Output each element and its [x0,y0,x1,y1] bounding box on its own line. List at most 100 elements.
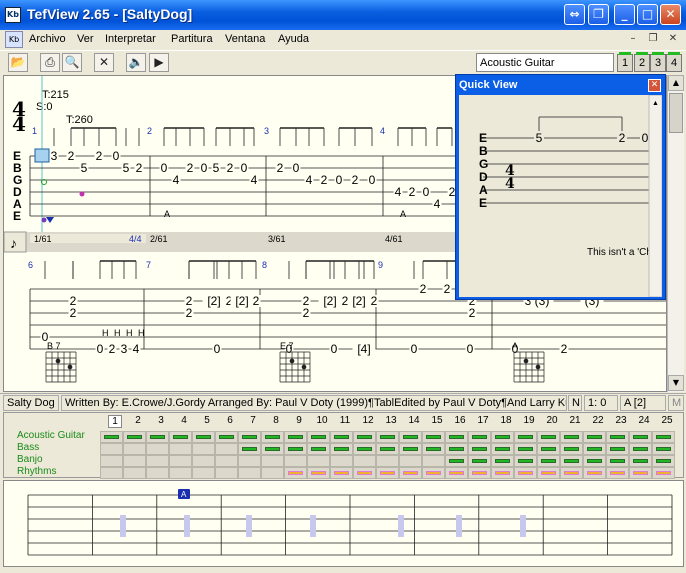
arrangement-cell[interactable] [537,467,560,479]
measure-header[interactable]: 4 [177,415,191,428]
cursor-note[interactable] [34,148,50,163]
score-vertical-scrollbar[interactable]: ▲ ▼ [667,75,684,392]
arrangement-cell[interactable] [192,443,215,455]
quick-view-close-icon[interactable]: ✕ [648,79,661,92]
arrangement-cell[interactable] [468,455,491,467]
arrangement-cell[interactable] [445,455,468,467]
tab-note[interactable]: 2 [561,342,568,356]
tab-note[interactable]: 2 [68,149,75,163]
mdi-restore-icon[interactable]: ❐ [646,32,660,46]
scroll-down-icon[interactable]: ▼ [668,375,684,391]
measure-header[interactable]: 22 [591,415,605,428]
measure-header[interactable]: 23 [614,415,628,428]
arrangement-cell[interactable] [422,431,445,443]
arrangement-cell[interactable] [261,431,284,443]
arrangement-cell[interactable] [123,455,146,467]
arrangement-cell[interactable] [468,467,491,479]
tab-note[interactable]: 2 [96,149,103,163]
arrangement-cell[interactable] [169,431,192,443]
arrangement-cell[interactable] [261,455,284,467]
tab-note[interactable]: 0 [113,149,120,163]
menu-archivo[interactable]: Archivo [29,33,66,45]
tab-note[interactable]: 0 [336,173,343,187]
title-bar[interactable]: Kb TefView 2.65 - [SaltyDog] ⇔ ❐ _ □ ✕ [0,0,686,30]
minimize-button[interactable]: _ [614,4,635,25]
close-button[interactable]: ✕ [660,4,681,25]
measure-header[interactable]: 10 [315,415,329,428]
app-icon[interactable]: Kb [5,7,21,23]
menu-ayuda[interactable]: Ayuda [278,33,309,45]
tab-note[interactable]: 0 [201,161,208,175]
arrangement-cell[interactable] [652,467,675,479]
arrangement-cell[interactable] [146,455,169,467]
measure-header[interactable]: 9 [292,415,306,428]
tab-note[interactable]: 0 [214,342,221,356]
measure-header[interactable]: 19 [522,415,536,428]
help-arrows-icon[interactable]: ⇔ [564,4,585,25]
menu-ventana[interactable]: Ventana [225,33,265,45]
track-button-4[interactable]: 4 [666,52,682,72]
measure-header[interactable]: 15 [430,415,444,428]
arrangement-cell[interactable] [606,467,629,479]
arrangement-cell[interactable] [100,431,123,443]
mdi-close-icon[interactable]: ✕ [666,32,680,46]
measure-header[interactable]: 12 [361,415,375,428]
note-duration-icon[interactable]: ♪ [10,235,17,251]
arrangement-cell[interactable] [445,467,468,479]
track-button-1[interactable]: 1 [617,52,633,72]
scroll-up-icon[interactable]: ▲ [668,75,684,91]
menu-interpretar[interactable]: Interpretar [105,33,156,45]
arrangement-grid[interactable]: Acoustic Guitar Bass Banjo Rhythms 12345… [3,412,684,479]
arrangement-cell[interactable] [376,455,399,467]
arrangement-cell[interactable] [606,455,629,467]
tab-note[interactable]: 4 [395,185,402,199]
print-preview-icon[interactable]: 🔍 [62,53,82,72]
arrangement-cell[interactable] [491,455,514,467]
arrangement-cell[interactable] [583,443,606,455]
arrangement-cell[interactable] [583,431,606,443]
tab-note[interactable]: 2 [187,161,194,175]
tab-note[interactable]: 2 [352,173,359,187]
tab-note[interactable]: 0 [423,185,430,199]
arrangement-cell[interactable] [146,443,169,455]
arrangement-cell[interactable] [284,431,307,443]
tab-note[interactable]: 2 [469,306,476,320]
arrangement-cell[interactable] [238,431,261,443]
arrangement-cell[interactable] [399,431,422,443]
arrangement-cell[interactable] [468,443,491,455]
arrangement-cell[interactable] [560,431,583,443]
arrangement-cell[interactable] [215,467,238,479]
arrangement-cell[interactable] [514,443,537,455]
arrangement-cell[interactable] [330,467,353,479]
arrangement-cell[interactable] [445,443,468,455]
arrangement-cell[interactable] [468,431,491,443]
measure-header[interactable]: 13 [384,415,398,428]
tab-note[interactable]: [2] [323,294,336,308]
tab-note[interactable]: [2] [352,294,365,308]
tab-note[interactable]: 2 [227,161,234,175]
arrangement-cell[interactable] [353,467,376,479]
arrangement-cell[interactable] [537,443,560,455]
arrangement-cell[interactable] [192,455,215,467]
arrangement-cell[interactable] [100,467,123,479]
arrangement-cell[interactable] [399,467,422,479]
arrangement-cell[interactable] [284,455,307,467]
arrangement-cell[interactable] [307,443,330,455]
tab-note[interactable]: 0 [331,342,338,356]
tab-note[interactable]: 2 [321,173,328,187]
arrangement-cell[interactable] [514,455,537,467]
measure-header[interactable]: 18 [499,415,513,428]
menu-ver[interactable]: Ver [77,33,94,45]
speaker-icon[interactable]: 🔈 [126,53,146,72]
tab-note[interactable]: 5 [123,161,130,175]
arrangement-cell[interactable] [629,467,652,479]
arrangement-cell[interactable] [583,455,606,467]
arrangement-cell[interactable] [284,443,307,455]
play-icon[interactable]: ▶ [149,53,169,72]
arrangement-cell[interactable] [123,431,146,443]
arrangement-cell[interactable] [652,455,675,467]
measure-header[interactable]: 1 [108,415,122,428]
arrangement-cell[interactable] [307,467,330,479]
instrument-selector[interactable]: Acoustic Guitar [476,53,614,72]
arrangement-cell[interactable] [215,443,238,455]
